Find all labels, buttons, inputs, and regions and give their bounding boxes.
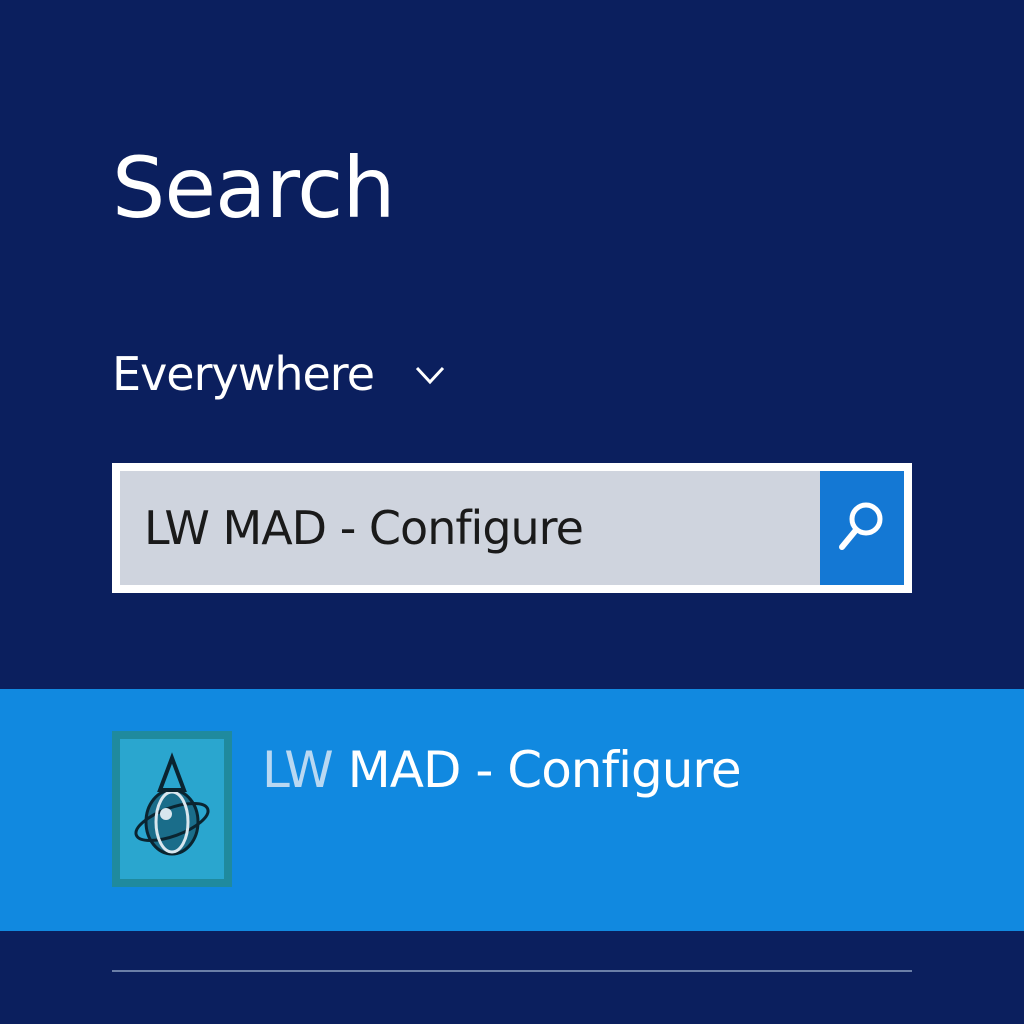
chevron-down-icon: [414, 358, 446, 390]
search-input[interactable]: [120, 471, 820, 585]
search-box: [112, 463, 912, 593]
search-charm-pane: Search Everywhere LW MAD - Configure LW …: [0, 0, 1024, 1024]
search-result-match-text: LW: [262, 741, 334, 799]
search-result-rest-text: MAD - Configure: [332, 741, 742, 799]
page-title: Search: [112, 139, 396, 237]
search-result-label: LW MAD - Configure: [262, 741, 742, 799]
search-scope-label: Everywhere: [112, 347, 375, 401]
search-icon: [836, 497, 888, 560]
search-scope-dropdown[interactable]: Everywhere: [112, 342, 446, 406]
divider: [112, 970, 912, 972]
app-logo-icon: [130, 752, 214, 866]
search-result-item[interactable]: LW MAD - Configure: [0, 689, 1024, 931]
search-button[interactable]: [820, 471, 904, 585]
app-tile: [112, 731, 232, 887]
